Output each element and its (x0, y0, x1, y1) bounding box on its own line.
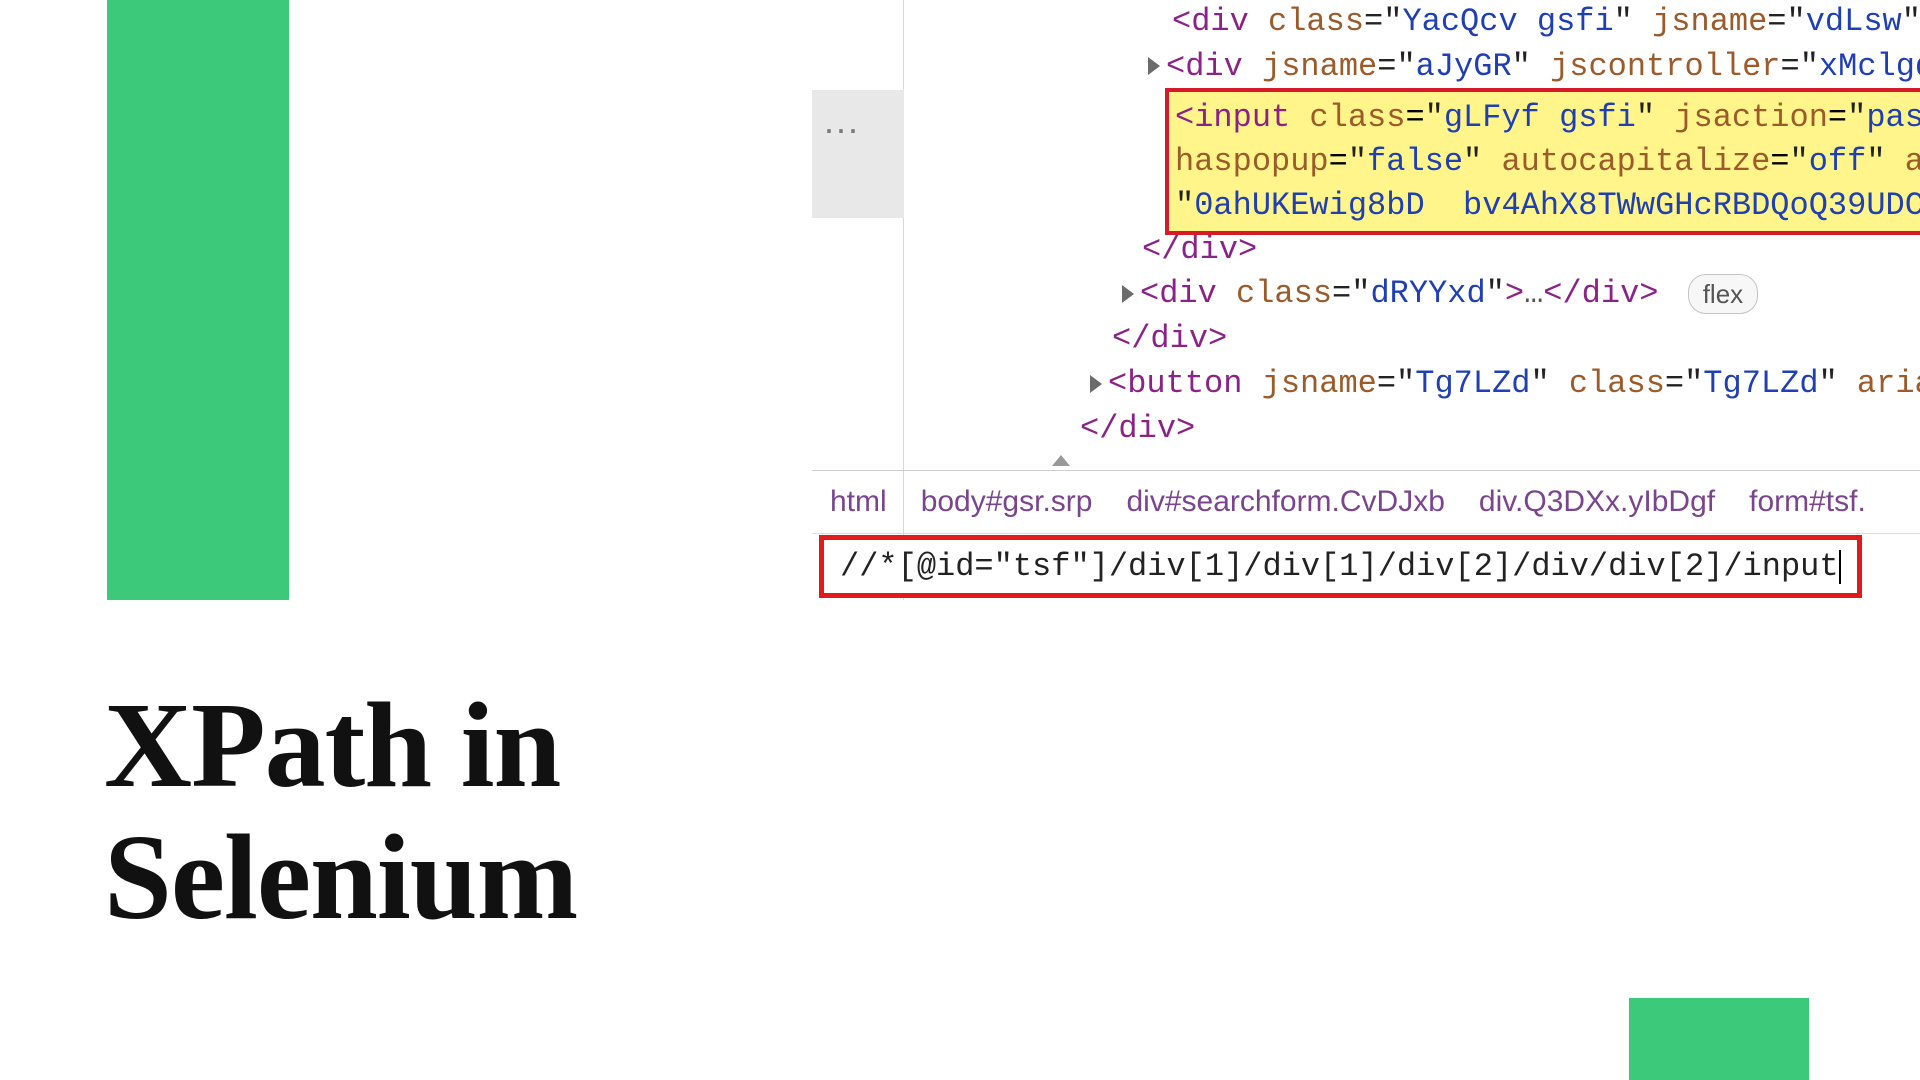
decorative-block-bottom (1629, 998, 1809, 1080)
xpath-value: //*[@id="tsf"]/div[1]/div[1]/div[2]/div/… (840, 548, 1839, 585)
gutter-dots-icon: ... (824, 100, 860, 142)
breadcrumb-item[interactable]: form#tsf. (1749, 485, 1866, 519)
flex-badge[interactable]: flex (1688, 274, 1758, 314)
title-line-1: XPath in (104, 678, 560, 813)
dom-line[interactable]: <div jsname="aJyGR" jscontroller="xMclgd… (1148, 45, 1920, 90)
decorative-block-top (107, 0, 289, 600)
dom-line[interactable]: <div class="dRYYxd">…</div> flex (1122, 272, 1920, 317)
slide-title: XPath in Selenium (104, 680, 577, 944)
dom-line[interactable]: <div class="YacQcv gsfi" jsname="vdLsw">… (1172, 0, 1920, 45)
breadcrumb-caret-icon (1052, 455, 1070, 466)
dom-breadcrumbs[interactable]: html body#gsr.srp div#searchform.CvDJxb … (812, 470, 1920, 534)
highlight-line: "0ahUKEwig8bD bv4AhX8TWwGHcRBDQoQ39UDCAs… (1175, 184, 1920, 228)
dom-line[interactable]: <button jsname="Tg7LZd" class="Tg7LZd" a… (1090, 362, 1920, 407)
dom-line[interactable]: </div> (1112, 317, 1920, 362)
breadcrumb-item[interactable]: div.Q3DXx.yIbDgf (1479, 485, 1715, 519)
highlight-line: haspopup="false" autocapitalize="off" au… (1175, 140, 1920, 184)
devtools-panel: ... <div class="YacQcv gsfi" jsname="vdL… (812, 0, 1920, 600)
dom-tree[interactable]: <div class="YacQcv gsfi" jsname="vdLsw">… (912, 0, 1920, 452)
xpath-search-input[interactable]: //*[@id="tsf"]/div[1]/div[1]/div[2]/div/… (819, 535, 1862, 598)
selected-dom-element[interactable]: <input class="gLFyf gsfi" jsaction="past… (1165, 88, 1920, 235)
breadcrumb-item[interactable]: div#searchform.CvDJxb (1126, 485, 1444, 519)
expand-arrow-icon[interactable] (1122, 285, 1134, 303)
title-line-2: Selenium (104, 810, 577, 945)
expand-arrow-icon[interactable] (1148, 57, 1160, 75)
text-cursor-icon (1839, 550, 1841, 584)
breadcrumb-item[interactable]: body#gsr.srp (921, 485, 1093, 519)
dom-line[interactable]: </div> (1080, 407, 1920, 452)
highlight-line: <input class="gLFyf gsfi" jsaction="past… (1175, 96, 1920, 140)
breadcrumb-item[interactable]: html (830, 485, 887, 519)
expand-arrow-icon[interactable] (1090, 375, 1102, 393)
